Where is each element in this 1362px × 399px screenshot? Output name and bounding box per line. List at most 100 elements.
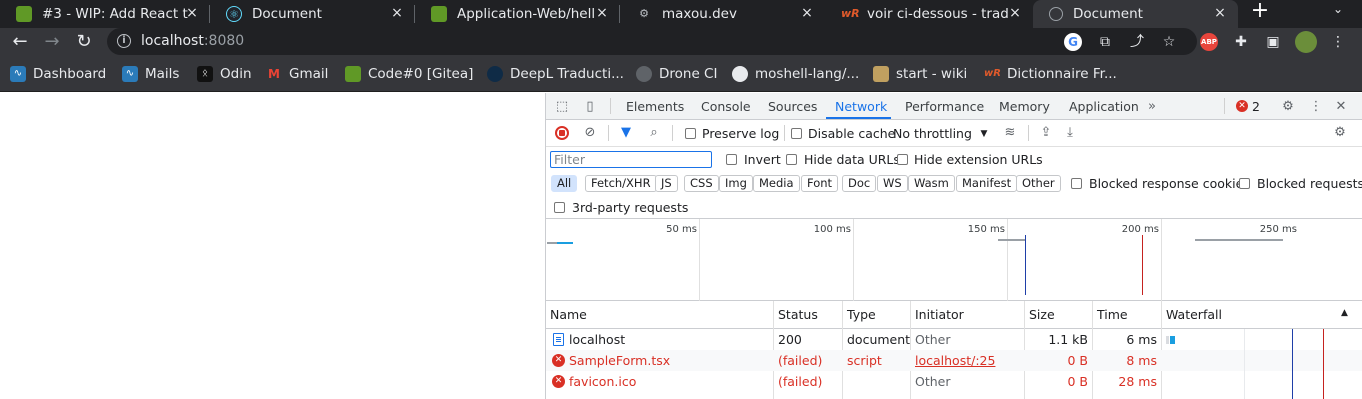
translate-icon[interactable]: ⧉ xyxy=(1096,33,1114,51)
bookmark-dictionnaire[interactable]: wR Dictionnaire Fr... xyxy=(984,66,1117,82)
filter-font[interactable]: Font xyxy=(801,175,839,192)
error-count[interactable]: 2 xyxy=(1252,99,1260,114)
filter-all[interactable]: All xyxy=(551,175,578,192)
tab-performance[interactable]: Performance xyxy=(905,99,984,114)
third-party-checkbox[interactable] xyxy=(554,202,565,213)
network-overview[interactable]: 50 ms 100 ms 150 ms 200 ms 250 ms xyxy=(546,219,1362,301)
share-icon[interactable]: ⤴ xyxy=(1128,33,1146,51)
bookmark-wiki[interactable]: start - wiki xyxy=(873,66,967,82)
new-tab-button[interactable]: + xyxy=(1248,0,1272,24)
request-name[interactable]: SampleForm.tsx xyxy=(569,353,670,368)
close-icon[interactable]: × xyxy=(389,5,405,21)
hide-data-urls-checkbox[interactable] xyxy=(786,154,797,165)
tab-application[interactable]: Application xyxy=(1069,99,1139,114)
bookmark-github[interactable]: moshell-lang/... xyxy=(732,66,859,82)
device-toolbar-icon[interactable]: ▯ xyxy=(582,99,598,115)
inspect-element-icon[interactable]: ⬚ xyxy=(554,99,570,115)
filter-manifest[interactable]: Manifest xyxy=(956,175,1018,192)
filter-img[interactable]: Img xyxy=(719,175,753,192)
column-initiator[interactable]: Initiator xyxy=(915,307,964,322)
column-time[interactable]: Time xyxy=(1097,307,1128,322)
settings-gear-icon[interactable]: ⚙ xyxy=(1280,99,1296,115)
blocked-requests-checkbox[interactable] xyxy=(1239,178,1250,189)
menu-icon[interactable]: ⋮ xyxy=(1329,33,1347,51)
disable-cache-checkbox[interactable] xyxy=(791,128,802,139)
table-row[interactable]: localhost 200 document Other 1.1 kB 6 ms xyxy=(546,329,1362,350)
bookmark-drone[interactable]: Drone CI xyxy=(636,66,717,82)
column-status[interactable]: Status xyxy=(778,307,818,322)
close-icon[interactable]: × xyxy=(184,5,200,21)
address-bar[interactable]: i localhost:8080 xyxy=(107,28,1197,55)
google-icon[interactable]: G xyxy=(1064,33,1082,51)
search-icon[interactable]: ⌕ xyxy=(646,125,662,141)
tab-network[interactable]: Network xyxy=(835,99,887,114)
bookmark-gmail[interactable]: M Gmail xyxy=(266,66,328,82)
network-settings-icon[interactable]: ⚙ xyxy=(1332,125,1348,141)
tab-sources[interactable]: Sources xyxy=(768,99,817,114)
close-icon[interactable]: × xyxy=(1007,5,1023,21)
error-icon[interactable]: ✕ xyxy=(1236,100,1248,112)
tab-wip-react[interactable]: #3 - WIP: Add React t × xyxy=(0,0,210,28)
bookmark-odin[interactable]: ᛟ Odin xyxy=(197,66,252,82)
table-row[interactable]: ✕ favicon.ico (failed) Other 0 B 28 ms xyxy=(546,371,1362,392)
close-icon[interactable]: × xyxy=(594,5,610,21)
extensions-icon[interactable]: ✚ xyxy=(1232,33,1250,51)
info-icon[interactable]: i xyxy=(117,34,131,48)
invert-checkbox[interactable] xyxy=(726,154,737,165)
column-name[interactable]: Name xyxy=(550,307,587,322)
side-panel-icon[interactable]: ▣ xyxy=(1264,33,1282,51)
tab-memory[interactable]: Memory xyxy=(999,99,1050,114)
clear-icon[interactable]: ⊘ xyxy=(582,125,598,141)
star-icon[interactable]: ☆ xyxy=(1160,33,1178,51)
filter-media[interactable]: Media xyxy=(753,175,800,192)
reload-icon[interactable]: ↻ xyxy=(72,30,96,54)
bookmark-gitea[interactable]: Code#0 [Gitea] xyxy=(345,66,473,82)
table-row[interactable]: ✕ SampleForm.tsx (failed) script localho… xyxy=(546,350,1362,371)
avatar[interactable] xyxy=(1295,31,1317,53)
hide-extension-urls-checkbox[interactable] xyxy=(897,154,908,165)
adblock-icon[interactable]: ABP xyxy=(1200,33,1218,51)
filter-fetch-xhr[interactable]: Fetch/XHR xyxy=(585,175,657,192)
forward-icon[interactable]: → xyxy=(40,30,64,54)
throttling-select[interactable]: No throttling xyxy=(893,126,972,141)
filter-ws[interactable]: WS xyxy=(877,175,908,192)
back-icon[interactable]: ← xyxy=(8,30,32,54)
dropdown-arrow-icon[interactable]: ▼ xyxy=(976,126,992,142)
tab-document-active[interactable]: Document × xyxy=(1033,0,1238,28)
tab-application-web[interactable]: Application-Web/hello × xyxy=(415,0,620,28)
tab-elements[interactable]: Elements xyxy=(626,99,684,114)
column-type[interactable]: Type xyxy=(847,307,876,322)
record-button[interactable] xyxy=(555,126,569,140)
column-waterfall[interactable]: Waterfall xyxy=(1166,307,1222,322)
chevron-down-icon[interactable]: ⌄ xyxy=(1330,2,1346,18)
close-icon[interactable]: × xyxy=(799,5,815,21)
more-tabs-icon[interactable]: » xyxy=(1144,99,1160,115)
import-har-icon[interactable]: ⇪ xyxy=(1038,125,1054,141)
bookmark-mails[interactable]: ∿ Mails xyxy=(122,66,179,82)
filter-js[interactable]: JS xyxy=(655,175,678,192)
close-devtools-icon[interactable]: ✕ xyxy=(1333,99,1349,115)
request-initiator-link[interactable]: localhost/:25 xyxy=(915,353,995,368)
request-name[interactable]: favicon.ico xyxy=(569,374,636,389)
filter-wasm[interactable]: Wasm xyxy=(908,175,955,192)
tab-console[interactable]: Console xyxy=(701,99,751,114)
filter-input[interactable] xyxy=(550,151,712,168)
kebab-menu-icon[interactable]: ⋮ xyxy=(1308,99,1324,115)
blocked-response-cookies-checkbox[interactable] xyxy=(1071,178,1082,189)
request-name[interactable]: localhost xyxy=(569,332,625,347)
export-har-icon[interactable]: ⤓ xyxy=(1062,125,1078,141)
network-conditions-icon[interactable]: ≋ xyxy=(1002,125,1018,141)
tab-wordreference[interactable]: wR voir ci-dessous - trad × xyxy=(825,0,1033,28)
filter-doc[interactable]: Doc xyxy=(842,175,877,192)
bookmark-deepl[interactable]: DeepL Traducti... xyxy=(487,66,624,82)
sort-arrow-icon[interactable]: ▲ xyxy=(1341,308,1348,318)
filter-other[interactable]: Other xyxy=(1016,175,1061,192)
close-icon[interactable]: × xyxy=(1212,5,1228,21)
preserve-log-checkbox[interactable] xyxy=(685,128,696,139)
filter-icon[interactable]: ▼ xyxy=(618,125,634,141)
column-size[interactable]: Size xyxy=(1029,307,1055,322)
bookmark-dashboard[interactable]: ∿ Dashboard xyxy=(10,66,106,82)
filter-css[interactable]: CSS xyxy=(684,175,719,192)
tab-maxou-dev[interactable]: ⚙ maxou.dev × xyxy=(620,0,825,28)
tab-document-1[interactable]: ⚛ Document × xyxy=(210,0,415,28)
